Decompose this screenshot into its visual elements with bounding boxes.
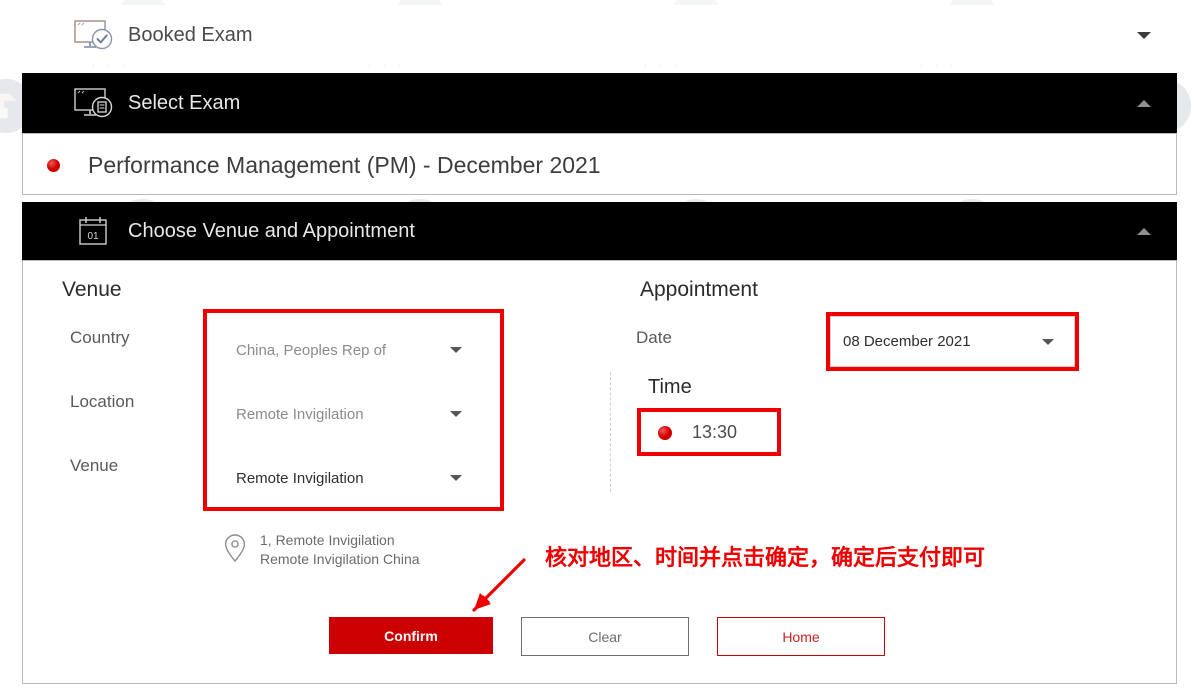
label-date: Date <box>636 328 672 347</box>
chevron-up-icon[interactable] <box>1137 100 1151 107</box>
svg-text:01: 01 <box>87 231 99 242</box>
address-line-1: 1, Remote Invigilation <box>260 532 395 548</box>
chevron-down-icon[interactable] <box>1137 32 1151 39</box>
map-pin-icon <box>222 533 248 563</box>
annotation-note: 核对地区、时间并点击确定，确定后支付即可 <box>545 545 986 570</box>
accordion-header-choose-venue[interactable]: 01 Choose Venue and Appointment <box>22 202 1177 260</box>
chevron-down-icon[interactable] <box>450 347 462 353</box>
accordion-title-choose-venue: Choose Venue and Appointment <box>128 219 415 242</box>
time-option-row[interactable]: 13:30 <box>658 422 737 443</box>
venue-heading: Venue <box>62 278 122 301</box>
date-dropdown-value: 08 December 2021 <box>843 333 971 350</box>
accordion-header-select-exam[interactable]: Select Exam <box>22 73 1177 133</box>
chevron-down-icon[interactable] <box>450 475 462 481</box>
time-option-label: 13:30 <box>692 422 738 442</box>
accordion-title-booked-exam: Booked Exam <box>128 23 253 46</box>
column-separator <box>610 372 611 492</box>
exam-option-label: Performance Management (PM) - December 2… <box>88 152 601 178</box>
accordion-title-select-exam: Select Exam <box>128 91 241 114</box>
label-location: Location <box>70 392 135 411</box>
chevron-up-icon[interactable] <box>1137 228 1151 235</box>
venue-dropdown[interactable]: Remote Invigilation <box>236 468 476 488</box>
booking-page: . . . . . . . . . . . . . . . . . . . . … <box>0 0 1199 699</box>
monitor-document-icon <box>72 86 116 120</box>
time-heading: Time <box>648 376 692 398</box>
chevron-down-icon[interactable] <box>450 411 462 417</box>
venue-address-lines: 1, Remote Invigilation Remote Invigilati… <box>260 531 420 569</box>
label-country: Country <box>70 328 130 347</box>
date-dropdown[interactable]: 08 December 2021 <box>830 316 1075 367</box>
exam-radio-selected[interactable] <box>47 159 60 172</box>
location-dropdown[interactable]: Remote Invigilation <box>236 404 476 424</box>
exam-option-row[interactable]: Performance Management (PM) - December 2… <box>47 152 601 179</box>
monitor-check-icon <box>72 18 116 52</box>
location-dropdown-value: Remote Invigilation <box>236 405 364 423</box>
calendar-icon: 01 <box>72 214 116 248</box>
accordion-header-booked-exam[interactable]: Booked Exam <box>22 5 1177 65</box>
chevron-down-icon[interactable] <box>1042 339 1054 345</box>
appointment-heading: Appointment <box>640 278 758 301</box>
venue-address: 1, Remote Invigilation Remote Invigilati… <box>222 531 420 569</box>
home-button[interactable]: Home <box>717 617 885 656</box>
clear-button[interactable]: Clear <box>521 617 689 656</box>
venue-dropdown-value: Remote Invigilation <box>236 469 364 487</box>
label-venue: Venue <box>70 456 119 475</box>
country-dropdown[interactable]: China, Peoples Rep of <box>236 340 476 360</box>
time-radio-selected[interactable] <box>658 425 672 440</box>
confirm-button[interactable]: Confirm <box>329 617 493 654</box>
country-dropdown-value: China, Peoples Rep of <box>236 341 387 359</box>
address-line-2: Remote Invigilation China <box>260 551 420 567</box>
